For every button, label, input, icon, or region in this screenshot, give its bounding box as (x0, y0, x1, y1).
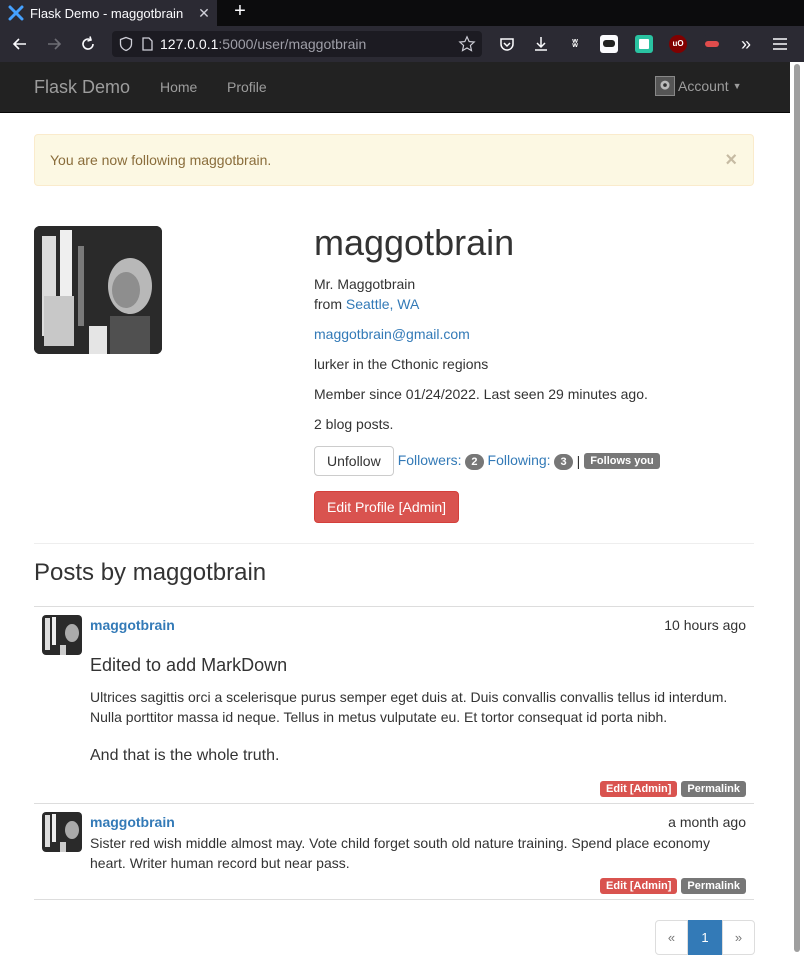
pagination-next[interactable]: » (722, 920, 755, 955)
page-viewport: Flask Demo Home Profile Account ▼ You ar… (0, 62, 790, 956)
scrollbar-thumb[interactable] (794, 64, 800, 952)
edit-profile-wrap: Edit Profile [Admin] (314, 491, 460, 523)
post-date: 10 hours ago (664, 617, 746, 633)
profile-member-since: Member since 01/24/2022. Last seen 29 mi… (314, 386, 648, 402)
nav-profile-link[interactable]: Profile (227, 79, 267, 95)
profile-avatar (34, 226, 162, 354)
browser-tab-bar: Flask Demo - maggotbrain ✕ + (0, 0, 804, 26)
back-icon[interactable] (10, 34, 30, 54)
account-label: Account (678, 78, 729, 94)
unfollow-button[interactable]: Unfollow (314, 446, 394, 476)
post-author-avatar[interactable] (42, 812, 82, 852)
navbar-brand[interactable]: Flask Demo (34, 77, 130, 98)
separator: | (576, 453, 581, 469)
extension-wappalyzer-icon[interactable]: ʬ (566, 35, 584, 53)
from-prefix: from (314, 296, 346, 312)
downloads-icon[interactable] (531, 34, 551, 54)
edit-profile-button[interactable]: Edit Profile [Admin] (314, 491, 460, 523)
url-host: 127.0.0.1 (160, 36, 219, 52)
followers-link[interactable]: Followers: 2 (397, 452, 484, 470)
caret-down-icon: ▼ (732, 81, 742, 91)
profile-full-name: Mr. Maggotbrain (314, 276, 416, 292)
nav-home-link[interactable]: Home (160, 79, 197, 95)
overflow-chevron-icon[interactable]: » (736, 34, 756, 54)
posts-heading: Posts by maggotbrain (34, 559, 267, 586)
post-author-avatar[interactable] (42, 615, 82, 655)
shield-icon (119, 36, 133, 52)
profile-post-count: 2 blog posts. (314, 416, 394, 432)
extension-glasses-icon[interactable] (600, 35, 618, 53)
followers-count-badge: 2 (465, 453, 484, 470)
post-item: maggotbrain 10 hours ago Edited to add M… (34, 606, 754, 803)
alert-message: You are now following maggotbrain. (50, 152, 272, 168)
post-paragraph: Sister red wish middle almost may. Vote … (90, 835, 710, 871)
follow-row: Unfollow Followers: 2 Following: 3 | Fol… (314, 446, 660, 476)
location-link[interactable]: Seattle, WA (346, 296, 419, 312)
pagination-prev[interactable]: « (655, 920, 688, 955)
post-actions: Edit [Admin] Permalink (600, 878, 746, 894)
email-link[interactable]: maggotbrain@gmail.com (314, 326, 470, 342)
profile-location-line: from Seattle, WA (314, 296, 419, 312)
following-label: Following: (487, 452, 551, 469)
url-bar[interactable]: 127.0.0.1:5000/user/maggotbrain (112, 31, 482, 57)
followers-label: Followers: (397, 452, 462, 469)
url-path: :5000/user/maggotbrain (218, 36, 367, 52)
post-paragraph: Ultrices sagittis orci a scelerisque pur… (90, 689, 728, 725)
extension-spy-icon[interactable] (703, 35, 721, 53)
pocket-icon[interactable] (497, 34, 517, 54)
post-author-link[interactable]: maggotbrain (90, 617, 175, 633)
post-closing: And that is the whole truth. (90, 747, 280, 764)
browser-toolbar: 127.0.0.1:5000/user/maggotbrain ʬ uO » (0, 26, 804, 62)
tab-title: Flask Demo - maggotbrain (30, 5, 184, 21)
tab-close-icon[interactable]: ✕ (195, 5, 213, 22)
pagination: « 1 » (655, 920, 755, 955)
post-permalink-button[interactable]: Permalink (681, 878, 746, 894)
section-divider (34, 543, 754, 544)
profile-about: lurker in the Cthonic regions (314, 356, 489, 372)
post-permalink-button[interactable]: Permalink (681, 781, 746, 797)
menu-icon[interactable] (770, 34, 790, 54)
browser-tab[interactable]: Flask Demo - maggotbrain ✕ (0, 0, 217, 26)
page-scrollbar[interactable] (790, 62, 804, 956)
flask-favicon-icon (8, 5, 24, 21)
extension-ublock-icon[interactable]: uO (669, 35, 687, 53)
follows-you-label: Follows you (584, 453, 660, 469)
new-tab-button[interactable]: + (230, 0, 250, 26)
following-count-badge: 3 (554, 453, 573, 470)
follow-alert: You are now following maggotbrain. × (34, 134, 754, 186)
post-date: a month ago (668, 814, 746, 830)
post-heading: Edited to add MarkDown (90, 655, 288, 675)
extension-save-icon[interactable] (635, 35, 653, 53)
post-actions: Edit [Admin] Permalink (600, 781, 746, 797)
alert-close-icon[interactable]: × (725, 150, 737, 170)
forward-icon[interactable] (44, 34, 64, 54)
account-avatar (655, 76, 675, 96)
account-dropdown[interactable]: Account ▼ (655, 76, 742, 96)
pagination-page-1[interactable]: 1 (688, 920, 722, 955)
profile-email-line: maggotbrain@gmail.com (314, 326, 470, 342)
reload-icon[interactable] (78, 34, 98, 54)
post-item: maggotbrain a month ago Sister red wish … (34, 803, 754, 900)
bookmark-star-icon[interactable] (458, 35, 476, 53)
following-link[interactable]: Following: 3 (487, 452, 573, 470)
profile-username: maggotbrain (314, 222, 515, 263)
post-edit-button[interactable]: Edit [Admin] (600, 781, 678, 797)
site-navbar: Flask Demo Home Profile Account ▼ (0, 62, 790, 113)
post-edit-button[interactable]: Edit [Admin] (600, 878, 678, 894)
post-author-link[interactable]: maggotbrain (90, 814, 175, 830)
page-icon (142, 37, 153, 51)
